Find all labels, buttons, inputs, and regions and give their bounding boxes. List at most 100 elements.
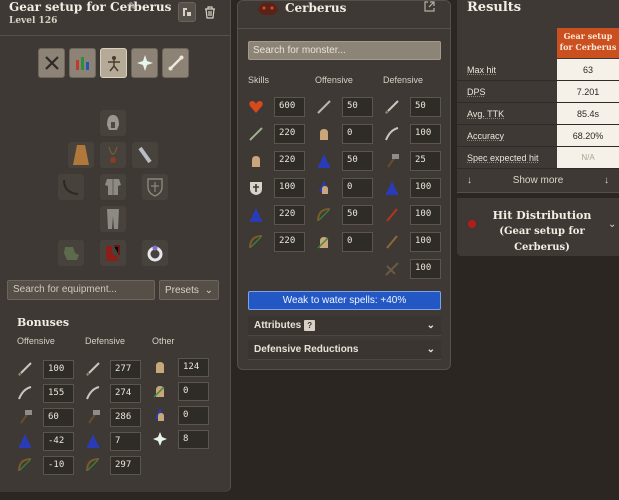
monster-offensive-magic-value[interactable]: 50 bbox=[342, 151, 373, 171]
hit-distribution-icon bbox=[468, 220, 476, 228]
ranged-icon bbox=[16, 456, 34, 474]
magic-def-icon bbox=[84, 432, 102, 450]
monster-defensive-crush-value[interactable]: 25 bbox=[410, 151, 441, 171]
ammo-slot[interactable] bbox=[132, 142, 158, 168]
result-label: Accuracy bbox=[467, 131, 505, 141]
offensive-crush-value: 60 bbox=[43, 408, 74, 427]
neck-slot[interactable] bbox=[100, 142, 126, 168]
head-slot[interactable] bbox=[100, 110, 126, 136]
attributes-accordion[interactable]: Attributes? ⌄ bbox=[248, 316, 441, 336]
offensive-stab-value: 100 bbox=[43, 360, 74, 379]
magic-strength-icon bbox=[151, 406, 169, 424]
platebody-icon bbox=[105, 179, 121, 195]
mon-attack-icon bbox=[315, 98, 333, 116]
results-setup-header: Gear setup for Cerberus bbox=[557, 28, 619, 58]
offensive-slash-value: 155 bbox=[43, 384, 74, 403]
monster-defensive-magic-value[interactable]: 100 bbox=[410, 178, 441, 198]
strength-skill-icon bbox=[247, 152, 265, 170]
weakness-banner: Weak to water spells: +40% bbox=[248, 291, 441, 310]
external-link-icon[interactable] bbox=[424, 1, 435, 15]
crush-def-icon bbox=[84, 408, 102, 426]
skill-bars-icon bbox=[75, 57, 89, 70]
monster-offensive-strength-value[interactable]: 0 bbox=[342, 124, 373, 144]
monster-defensive-stab-value[interactable]: 50 bbox=[410, 97, 441, 117]
chevron-down-icon: ⌄ bbox=[204, 284, 213, 296]
def-standard-ranged-icon bbox=[383, 233, 401, 251]
result-row: Accuracy 68.20% bbox=[457, 125, 619, 147]
results-title: Results bbox=[467, 0, 522, 15]
monster-defensive-slash-value[interactable]: 100 bbox=[410, 124, 441, 144]
mon-ranged-icon bbox=[315, 206, 333, 224]
show-more-label: Show more bbox=[512, 174, 564, 186]
monster-name: Cerberus bbox=[285, 1, 347, 15]
ranged-skill-icon bbox=[247, 233, 265, 251]
show-more-button[interactable]: ↓ Show more ↓ bbox=[457, 168, 619, 192]
cape-icon bbox=[73, 145, 89, 165]
delete-setup-button[interactable] bbox=[201, 2, 219, 22]
style-stats-button[interactable] bbox=[69, 48, 96, 78]
style-melee-button[interactable] bbox=[38, 48, 65, 78]
monster-offensive-magic-strength-value[interactable]: 0 bbox=[342, 178, 373, 198]
crossed-swords-icon bbox=[44, 56, 59, 70]
skill-strength-value[interactable]: 220 bbox=[274, 151, 305, 171]
help-icon[interactable]: ? bbox=[304, 320, 316, 331]
bonuses-title: Bonuses bbox=[17, 316, 70, 329]
pencil-icon[interactable]: ✎ bbox=[128, 0, 137, 13]
hit-distribution-title: Hit Distribution (Gear setup for Cerberu… bbox=[487, 208, 597, 255]
result-row: DPS 7.201 bbox=[457, 81, 619, 103]
equipment-search-input[interactable]: Search for equipment... bbox=[7, 280, 155, 300]
other-magic-strength-value: 0 bbox=[178, 406, 209, 425]
skill-hitpoints-value[interactable]: 600 bbox=[274, 97, 305, 117]
style-spells-button[interactable] bbox=[131, 48, 158, 78]
ring-slot[interactable] bbox=[142, 240, 168, 266]
result-row: Avg. TTK 85.4s bbox=[457, 103, 619, 125]
chevron-down-icon: ⌄ bbox=[608, 219, 617, 230]
mon-ranged-strength-icon bbox=[315, 233, 333, 251]
hit-distribution-label: Hit Distribution bbox=[492, 209, 592, 222]
monster-defensive-light-value[interactable]: 100 bbox=[410, 205, 441, 225]
skill-ranged-value[interactable]: 220 bbox=[274, 232, 305, 252]
skill-attack-value[interactable]: 220 bbox=[274, 124, 305, 144]
body-slot[interactable] bbox=[100, 174, 126, 200]
monster-search-input[interactable]: Search for monster... bbox=[248, 41, 441, 60]
result-label: Max hit bbox=[467, 65, 497, 75]
monster-offensive-ranged-strength-value[interactable]: 0 bbox=[342, 232, 373, 252]
gear-setup-title[interactable]: Gear setup for Cerberus bbox=[9, 0, 171, 14]
cerberus-icon bbox=[255, 0, 281, 20]
def-light-ranged-icon bbox=[383, 206, 401, 224]
gear-setup-panel: Gear setup for Cerberus ✎ Level 126 Sear… bbox=[0, 0, 231, 492]
ranged-def-icon bbox=[84, 456, 102, 474]
amulet-icon bbox=[108, 146, 118, 163]
monster-defensive-standard-value[interactable]: 100 bbox=[410, 232, 441, 252]
style-prayer-button[interactable] bbox=[100, 48, 127, 78]
legs-slot[interactable] bbox=[100, 206, 126, 232]
other-prayer-value: 8 bbox=[178, 430, 209, 449]
def-slash-icon bbox=[383, 125, 401, 143]
def-stab-icon bbox=[383, 98, 401, 116]
bone-icon bbox=[168, 55, 183, 71]
shield-slot[interactable] bbox=[142, 174, 168, 200]
attributes-label: Attributes bbox=[254, 320, 302, 331]
import-player-button[interactable] bbox=[178, 2, 196, 22]
monster-offensive-attack-value[interactable]: 50 bbox=[342, 97, 373, 117]
skill-magic-value[interactable]: 220 bbox=[274, 205, 305, 225]
hands-slot[interactable] bbox=[58, 240, 84, 266]
feet-slot[interactable] bbox=[100, 240, 126, 266]
defensive-reductions-accordion[interactable]: Defensive Reductions ⌄ bbox=[248, 340, 441, 360]
hit-distribution-sub: (Gear setup for Cerberus) bbox=[499, 226, 585, 253]
defence-skill-icon bbox=[247, 179, 265, 197]
strength-icon bbox=[151, 358, 169, 376]
results-panel: Results Gear setup for Cerberus Max hit … bbox=[457, 0, 619, 193]
mon-magic-icon bbox=[315, 152, 333, 170]
monster-offensive-ranged-value[interactable]: 50 bbox=[342, 205, 373, 225]
defensive-reductions-label: Defensive Reductions bbox=[254, 344, 359, 355]
presets-dropdown[interactable]: Presets ⌄ bbox=[159, 280, 219, 300]
skill-defence-value[interactable]: 100 bbox=[274, 178, 305, 198]
offensive-ranged-value: -10 bbox=[43, 456, 74, 475]
weapon-slot[interactable] bbox=[58, 174, 84, 200]
hit-distribution-accordion[interactable]: Hit Distribution (Gear setup for Cerberu… bbox=[457, 198, 619, 256]
combat-style-selector bbox=[38, 48, 189, 78]
style-buffs-button[interactable] bbox=[162, 48, 189, 78]
cape-slot[interactable] bbox=[68, 142, 94, 168]
monster-defensive-heavy-value[interactable]: 100 bbox=[410, 259, 441, 279]
